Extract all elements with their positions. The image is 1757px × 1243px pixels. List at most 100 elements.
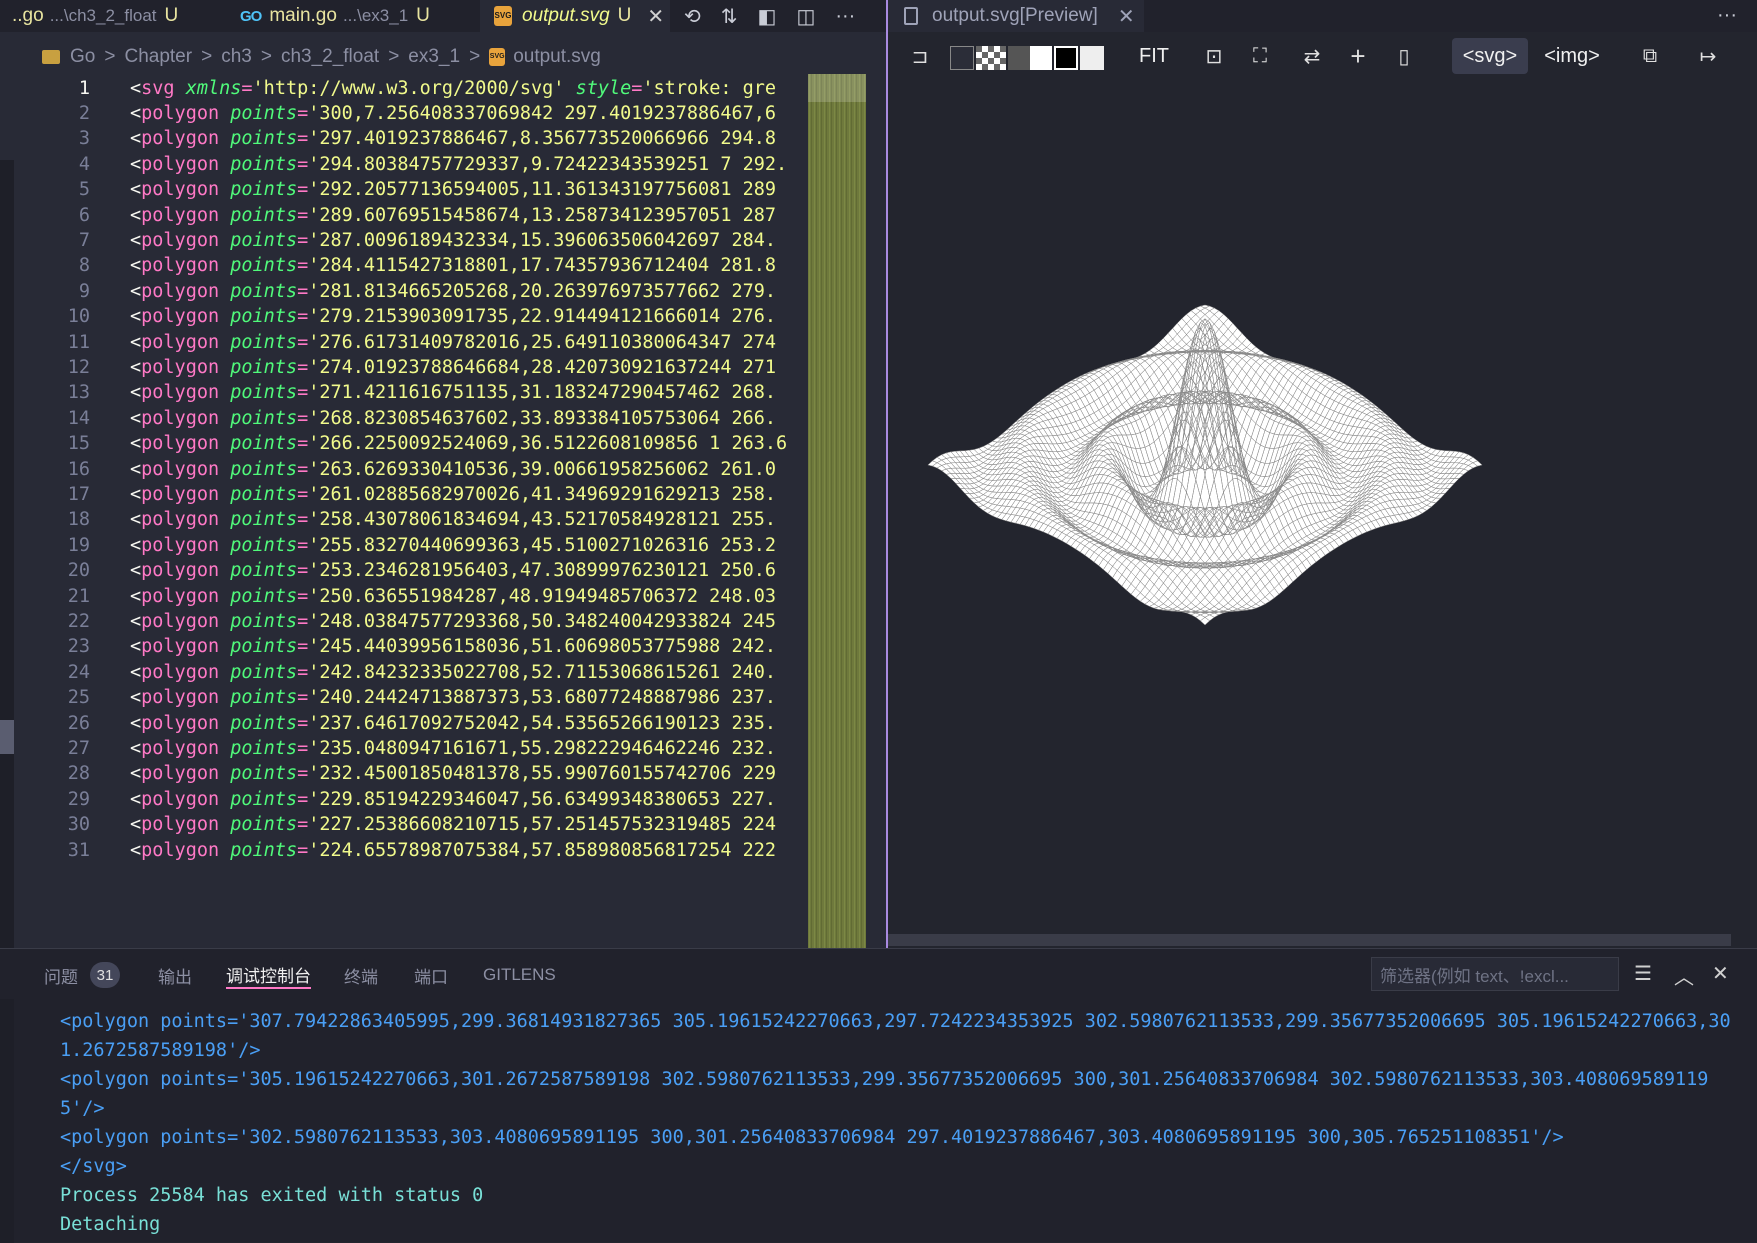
tab-gitlens[interactable]: GITLENS	[483, 961, 556, 989]
open-preview-icon[interactable]: ◧	[758, 4, 777, 29]
code-line[interactable]: 29 <polygon points='229.85194229346047,56…	[0, 785, 886, 813]
tab-main-go[interactable]: GO main.go ...\ex3_1 U	[240, 0, 480, 32]
code-line[interactable]: 8 <polygon points='284.4115427318801,17.7…	[0, 252, 886, 280]
code-line[interactable]: 23 <polygon points='245.44039956158036,51…	[0, 633, 886, 661]
close-icon[interactable]: ✕	[1118, 4, 1135, 29]
close-icon[interactable]: ✕	[647, 4, 664, 29]
code-line[interactable]: 16 <polygon points='263.6269330410536,39.…	[0, 455, 886, 483]
code-line[interactable]: 13 <polygon points='271.4211616751135,31.…	[0, 379, 886, 407]
chevron-up-icon[interactable]: ︿	[1674, 961, 1694, 990]
tab-go-file[interactable]: ..go ...\ch3_2_float U	[0, 0, 228, 32]
tab-problems[interactable]: 问题 31	[44, 961, 120, 989]
split-editor-icon[interactable]: ◫	[796, 4, 815, 29]
minimap[interactable]	[808, 74, 866, 948]
code-line[interactable]: 9 <polygon points='281.8134665205268,20.2…	[0, 277, 886, 305]
swatch-dark[interactable]	[1008, 46, 1030, 70]
breadcrumb-item[interactable]: ch3	[221, 46, 252, 68]
swap-icon[interactable]: ⇄	[1294, 38, 1330, 74]
history-icon[interactable]: ⟲	[684, 4, 701, 29]
code-token: points	[230, 509, 298, 531]
code-line[interactable]: 4 <polygon points='294.80384757729337,9.7…	[0, 150, 886, 178]
breadcrumb-item[interactable]: ex3_1	[408, 46, 460, 68]
pin-icon[interactable]: ⊐	[902, 38, 938, 74]
tab-ports[interactable]: 端口	[414, 961, 448, 989]
more-actions-icon[interactable]: ···	[1717, 4, 1737, 27]
code-line[interactable]: 10 <polygon points='279.2153903091735,22.…	[0, 303, 886, 331]
code-line[interactable]: 17 <polygon points='261.02885682970026,41…	[0, 480, 886, 508]
code-token: <	[130, 153, 142, 175]
fit-view-icon[interactable]: ⊡	[1196, 38, 1232, 74]
code-line[interactable]: 2 <polygon points='300,7.256408337069842 …	[0, 99, 886, 127]
code-token: =	[297, 255, 309, 277]
code-token: points	[230, 788, 298, 810]
code-line[interactable]: 20 <polygon points='253.2346281956403,47.…	[0, 557, 886, 585]
svg-preview-canvas[interactable]	[888, 80, 1757, 934]
background-swatches[interactable]	[950, 46, 1104, 70]
code-line[interactable]: 19 <polygon points='255.83270440699363,45…	[0, 531, 886, 559]
code-line[interactable]: 26 <polygon points='237.64617092752042,54…	[0, 709, 886, 737]
fullscreen-icon[interactable]: ⛶	[1242, 38, 1278, 74]
code-line[interactable]: 6 <polygon points='289.60769515458674,13.…	[0, 201, 886, 229]
code-token: <	[130, 687, 142, 709]
tab-label: 调试控制台	[226, 966, 311, 986]
compare-icon[interactable]: ⇅	[721, 4, 738, 29]
code-line[interactable]: 30 <polygon points='227.25386608210715,57…	[0, 811, 886, 839]
swatch-white[interactable]	[1030, 46, 1052, 70]
code-token: <	[130, 255, 142, 277]
console-filter-input[interactable]: 筛选器(例如 text、!excl...	[1371, 957, 1619, 991]
tab-debug-console[interactable]: 调试控制台	[226, 961, 311, 989]
code-line[interactable]: 31 <polygon points='224.65578987075384,57…	[0, 836, 886, 864]
swatch-transparent[interactable]	[950, 46, 974, 70]
code-token: '232.45001850481378,55.990760155742706 2…	[308, 763, 777, 785]
code-line[interactable]: 14 <polygon points='268.8230854637602,33.…	[0, 404, 886, 432]
code-token: =	[297, 407, 309, 429]
code-line[interactable]: 1 <svg xmlns='http://www.w3.org/2000/svg'…	[0, 74, 886, 102]
swatch-light[interactable]	[1080, 46, 1104, 70]
code-editor[interactable]: 1 <svg xmlns='http://www.w3.org/2000/svg'…	[0, 74, 886, 948]
code-line[interactable]: 12 <polygon points='274.01923788646684,28…	[0, 353, 886, 381]
tab-terminal[interactable]: 终端	[344, 961, 378, 989]
breadcrumb-item[interactable]: Chapter	[124, 46, 192, 68]
code-line[interactable]: 11 <polygon points='276.61731409782016,25…	[0, 328, 886, 356]
code-line[interactable]: 22 <polygon points='248.03847577293368,50…	[0, 607, 886, 635]
code-token: points	[230, 839, 298, 861]
swatch-checker[interactable]	[976, 46, 1006, 70]
tab-output[interactable]: 输出	[158, 961, 192, 989]
swatch-black[interactable]	[1054, 46, 1078, 70]
code-line[interactable]: 27 <polygon points='235.0480947161671,55.…	[0, 734, 886, 762]
code-line[interactable]: 5 <polygon points='292.20577136594005,11.…	[0, 176, 886, 204]
close-icon[interactable]: ✕	[1712, 961, 1729, 986]
breadcrumb-item[interactable]: ch3_2_float	[281, 46, 379, 68]
img-mode-button[interactable]: <img>	[1534, 38, 1610, 74]
side-panel-icon[interactable]: ▯	[1386, 38, 1422, 74]
open-external-icon[interactable]: ↦	[1688, 38, 1728, 74]
code-line[interactable]: 18 <polygon points='258.43078061834694,43…	[0, 506, 886, 534]
list-view-icon[interactable]: ☰	[1634, 961, 1652, 986]
tab-output-svg[interactable]: SVG output.svg U ✕	[480, 0, 670, 32]
minimap-slider[interactable]	[808, 74, 866, 102]
debug-console-output[interactable]: <polygon points='307.79422863405995,299.…	[60, 1007, 1740, 1239]
svg-mode-button[interactable]: <svg>	[1452, 38, 1528, 74]
copy-icon[interactable]: ⧉	[1632, 38, 1668, 74]
code-line[interactable]: 24 <polygon points='242.84232335022708,52…	[0, 658, 886, 686]
tab-svg-preview[interactable]: output.svg[Preview] ✕	[888, 0, 1144, 32]
code-line[interactable]: 28 <polygon points='232.45001850481378,55…	[0, 760, 886, 788]
code-line[interactable]: 25 <polygon points='240.24424713887373,53…	[0, 684, 886, 712]
code-line[interactable]: 15 <polygon points='266.2250092524069,36.…	[0, 430, 886, 458]
code-line[interactable]: 21 <polygon points='250.636551984287,48.9…	[0, 582, 886, 610]
code-line[interactable]: 3 <polygon points='297.4019237886467,8.35…	[0, 125, 886, 153]
zoom-in-icon[interactable]: +	[1340, 38, 1376, 74]
breadcrumb-item[interactable]: Go	[70, 46, 95, 68]
more-actions-icon[interactable]: ···	[835, 5, 855, 28]
fit-button[interactable]: FIT	[1124, 38, 1184, 74]
code-line[interactable]: 7 <polygon points='287.0096189432334,15.3…	[0, 226, 886, 254]
code-token: points	[230, 433, 298, 455]
horizontal-scrollbar[interactable]	[888, 934, 1731, 946]
breadcrumb-item[interactable]: output.svg	[513, 46, 601, 68]
